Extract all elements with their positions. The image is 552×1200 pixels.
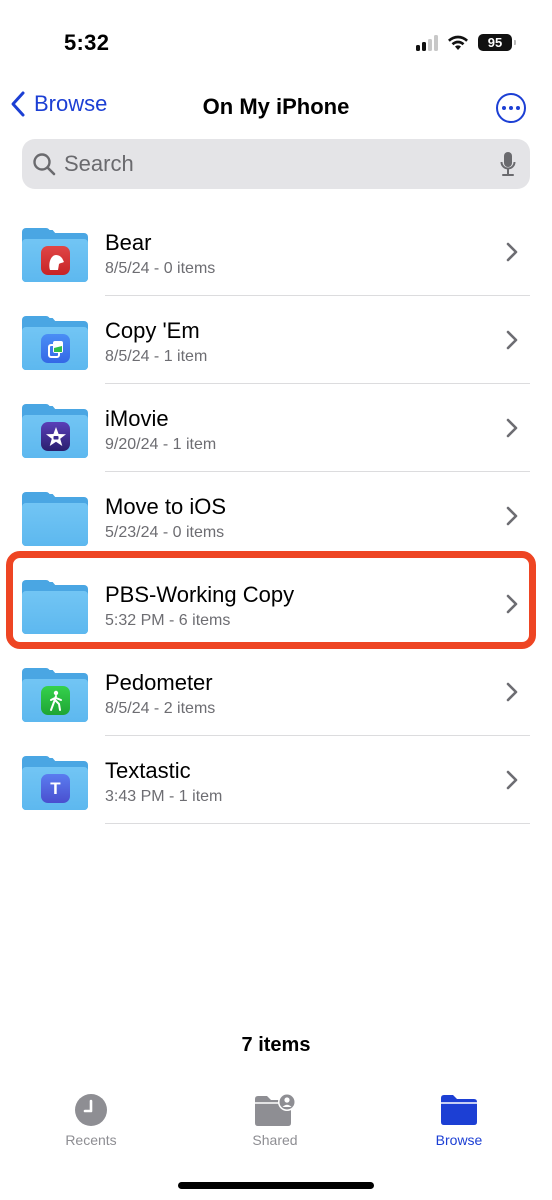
folder-icon — [441, 1095, 477, 1125]
search-bar — [22, 139, 530, 189]
chevron-right-icon — [506, 770, 518, 790]
folder-icon — [22, 404, 88, 458]
tab-bar: Recents Shared Browse — [0, 1092, 552, 1162]
folder-name: Textastic — [105, 758, 191, 783]
folder-meta: 3:43 PM - 1 item — [105, 788, 223, 805]
file-list: Bear 8/5/24 - 0 items Copy 'Em 8/5/24 - … — [0, 208, 552, 824]
folder-meta: 8/5/24 - 1 item — [105, 348, 208, 365]
chevron-right-icon — [506, 594, 518, 614]
home-indicator[interactable] — [178, 1182, 374, 1189]
shared-folder-icon — [255, 1093, 296, 1126]
wifi-icon — [448, 35, 468, 50]
folder-meta: 9/20/24 - 1 item — [105, 436, 217, 453]
folder-name: iMovie — [105, 406, 169, 431]
status-icons: 95 — [416, 34, 516, 51]
chevron-right-icon — [506, 682, 518, 702]
chevron-left-icon — [11, 91, 25, 117]
tab-recents[interactable]: Recents — [26, 1092, 156, 1148]
folder-row-pedometer[interactable]: Pedometer 8/5/24 - 2 items — [0, 648, 552, 736]
folder-row-move-to-ios[interactable]: Move to iOS 5/23/24 - 0 items — [0, 472, 552, 560]
folder-icon — [22, 492, 88, 546]
folder-name: Copy 'Em — [105, 318, 200, 343]
imovie-app-icon — [41, 422, 70, 451]
folder-meta: 5/23/24 - 0 items — [105, 524, 225, 541]
chevron-right-icon — [506, 506, 518, 526]
folder-meta: 5:32 PM - 6 items — [105, 612, 231, 629]
back-button[interactable]: Browse — [10, 90, 107, 118]
status-time: 5:32 — [64, 30, 110, 55]
navigation-bar: Browse On My iPhone — [0, 86, 552, 130]
folder-icon — [22, 228, 88, 282]
pedometer-app-icon — [41, 686, 70, 715]
search-icon — [33, 153, 56, 176]
folder-name: PBS-Working Copy — [105, 582, 295, 607]
folder-meta: 8/5/24 - 0 items — [105, 260, 216, 277]
divider — [105, 823, 530, 824]
folder-row-imovie[interactable]: iMovie 9/20/24 - 1 item — [0, 384, 552, 472]
tab-shared[interactable]: Shared — [210, 1092, 340, 1148]
folder-icon — [22, 316, 88, 370]
tab-label: Browse — [435, 1132, 483, 1148]
folder-icon: T — [22, 756, 88, 810]
folder-row-bear[interactable]: Bear 8/5/24 - 0 items — [0, 208, 552, 296]
folder-meta: 8/5/24 - 2 items — [105, 700, 216, 717]
copyem-app-icon — [41, 334, 70, 363]
textastic-app-icon: T — [41, 774, 70, 803]
folder-row-textastic[interactable]: T Textastic 3:43 PM - 1 item — [0, 736, 552, 824]
clock-icon — [75, 1094, 107, 1126]
ellipsis-circle-icon — [502, 106, 506, 110]
folder-row-copy-em[interactable]: Copy 'Em 8/5/24 - 1 item — [0, 296, 552, 384]
tab-label: Recents — [65, 1132, 117, 1148]
folder-icon — [22, 668, 88, 722]
status-bar: 5:32 95 — [0, 0, 552, 80]
tab-label: Shared — [252, 1132, 298, 1148]
item-count: 7 items — [241, 1034, 311, 1056]
microphone-icon[interactable] — [500, 151, 516, 177]
cellular-signal-icon — [416, 34, 438, 51]
bear-app-icon — [41, 246, 70, 275]
folder-name: Pedometer — [105, 670, 213, 695]
chevron-right-icon — [506, 418, 518, 438]
folder-name: Bear — [105, 230, 152, 255]
folder-row-pbs-working-copy[interactable]: PBS-Working Copy 5:32 PM - 6 items — [0, 560, 552, 648]
chevron-right-icon — [506, 330, 518, 350]
back-label: Browse — [34, 91, 108, 116]
folder-icon — [22, 580, 88, 634]
folder-name: Move to iOS — [105, 494, 227, 519]
search-input[interactable] — [64, 151, 500, 177]
tab-browse[interactable]: Browse — [394, 1092, 524, 1148]
chevron-right-icon — [506, 242, 518, 262]
battery-icon: 95 — [478, 34, 516, 51]
more-options-button[interactable] — [496, 93, 526, 123]
